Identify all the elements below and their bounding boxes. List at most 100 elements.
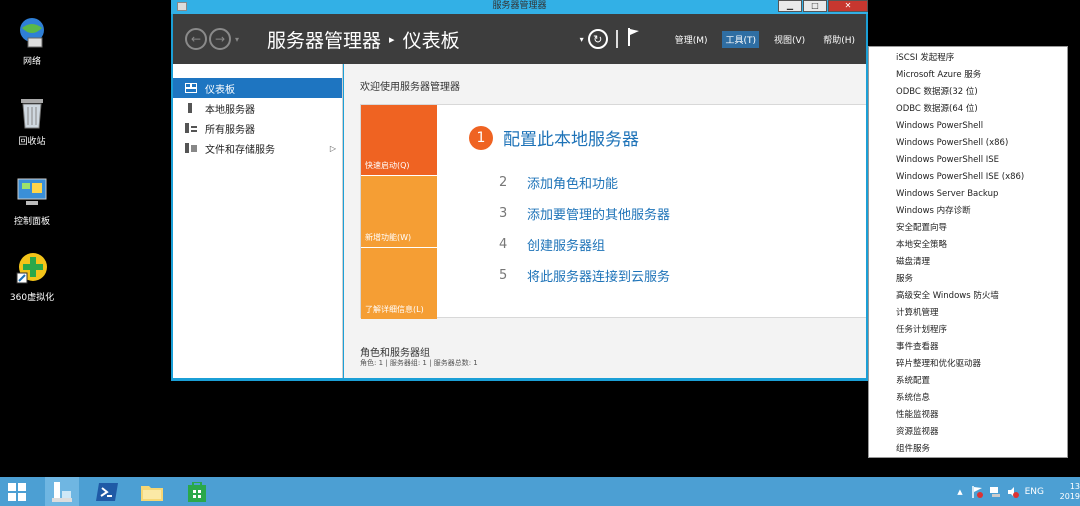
taskbar-file-explorer[interactable]	[135, 477, 169, 506]
show-hidden-icons-icon[interactable]: ▲	[957, 488, 962, 496]
breadcrumb-root[interactable]: 服务器管理器	[267, 26, 381, 53]
sidebar-item-label: 文件和存储服务	[205, 144, 275, 156]
tools-menu-item[interactable]: 系统配置	[869, 373, 1067, 390]
breadcrumb-page: 仪表板	[402, 29, 460, 52]
close-button[interactable]: ✕	[828, 0, 868, 12]
breadcrumb-separator-icon: ▸	[389, 32, 395, 46]
desktop-icon-control-panel[interactable]: 控制面板	[4, 174, 60, 227]
welcome-panel: 快速启动(Q) 新增功能(W) 了解详细信息(L) 1 配置此本地服务器 2 添…	[360, 104, 866, 319]
tile-whats-new[interactable]: 新增功能(W)	[361, 176, 437, 247]
tools-menu-item[interactable]: Windows PowerShell (x86)	[869, 135, 1067, 152]
sidebar-item-label: 所有服务器	[205, 124, 255, 136]
tools-menu-item[interactable]: 组件服务	[869, 441, 1067, 458]
tools-menu-item[interactable]: Windows PowerShell	[869, 118, 1067, 135]
tools-menu-item[interactable]: Windows PowerShell ISE	[869, 152, 1067, 169]
tools-menu-item[interactable]: 任务计划程序	[869, 322, 1067, 339]
step-configure-local-server[interactable]: 1 配置此本地服务器	[469, 125, 639, 150]
language-indicator[interactable]: ENG	[1025, 487, 1044, 497]
welcome-title: 欢迎使用服务器管理器	[360, 82, 460, 93]
windows-logo-icon	[8, 482, 26, 501]
tools-menu-item[interactable]: Windows Server Backup	[869, 186, 1067, 203]
breadcrumb: 服务器管理器 ▸ 仪表板	[267, 26, 460, 53]
expand-arrow-icon[interactable]: ▷	[330, 144, 336, 153]
tools-menu-item[interactable]: 碎片整理和优化驱动器	[869, 356, 1067, 373]
step-link[interactable]: 配置此本地服务器	[503, 125, 639, 150]
tile-label: 新增功能(W)	[365, 233, 412, 242]
step-link[interactable]: 创建服务器组	[527, 235, 605, 254]
taskbar-powershell[interactable]	[90, 477, 124, 506]
back-button[interactable]: ←	[185, 28, 207, 50]
volume-icon[interactable]	[1007, 486, 1019, 498]
tile-quick-start[interactable]: 快速启动(Q)	[361, 105, 437, 175]
taskbar-store[interactable]	[180, 477, 214, 506]
tools-menu-item[interactable]: 资源监视器	[869, 424, 1067, 441]
sidebar-item-local-server[interactable]: 本地服务器	[173, 98, 342, 118]
dashboard-main: 欢迎使用服务器管理器 快速启动(Q) 新增功能(W) 了解详细信息(L) 1 配…	[344, 64, 866, 378]
sidebar: 仪表板 本地服务器 所有服务器 文件和存储服务 ▷	[173, 64, 343, 378]
taskbar-server-manager[interactable]	[45, 477, 79, 506]
history-dropdown-icon[interactable]: ▾	[235, 35, 239, 44]
sidebar-item-dashboard[interactable]: 仪表板	[173, 78, 342, 98]
app-icon	[177, 2, 187, 11]
tools-menu-item[interactable]: ODBC 数据源(32 位)	[869, 84, 1067, 101]
refresh-dropdown-icon[interactable]: ▾	[580, 35, 584, 44]
tools-menu-item[interactable]: Microsoft Azure 服务	[869, 67, 1067, 84]
tools-menu-item[interactable]: 事件查看器	[869, 339, 1067, 356]
powershell-icon	[96, 482, 118, 501]
step-number: 2	[499, 175, 508, 190]
window-title: 服务器管理器	[492, 1, 547, 11]
step-add-servers[interactable]: 3 添加要管理的其他服务器	[499, 204, 670, 223]
network-tray-icon[interactable]	[989, 486, 1001, 498]
desktop-icon-label: 网络	[22, 57, 41, 67]
menu-view[interactable]: 视图(V)	[771, 31, 808, 48]
tile-learn-more[interactable]: 了解详细信息(L)	[361, 248, 437, 319]
control-panel-icon	[14, 174, 50, 210]
step-link[interactable]: 添加角色和功能	[527, 173, 618, 192]
window-title-bar[interactable]: 服务器管理器 ▁ □ ✕	[171, 0, 868, 14]
tools-menu-item[interactable]: iSCSI 发起程序	[869, 50, 1067, 67]
desktop-icon-recycle-bin[interactable]: 回收站	[4, 94, 60, 147]
minimize-button[interactable]: ▁	[778, 0, 802, 12]
menu-manage[interactable]: 管理(M)	[672, 31, 711, 48]
tools-menu-item[interactable]: Windows 内存诊断	[869, 203, 1067, 220]
step-link[interactable]: 添加要管理的其他服务器	[527, 204, 670, 223]
step-create-server-group[interactable]: 4 创建服务器组	[499, 235, 605, 254]
forward-button[interactable]: →	[209, 28, 231, 50]
tools-menu-item[interactable]: 性能监视器	[869, 407, 1067, 424]
tools-menu-item[interactable]: 磁盘清理	[869, 254, 1067, 271]
ribbon-header: ← → ▾ 服务器管理器 ▸ 仪表板 ▾ ↻ 管理(M) 工具(T) 视图(V)…	[173, 14, 866, 64]
system-tray: ▲ ENG 13 2019	[957, 477, 1080, 506]
step-add-roles[interactable]: 2 添加角色和功能	[499, 173, 618, 192]
tools-menu-item[interactable]: 系统信息	[869, 390, 1067, 407]
tools-menu-item[interactable]: ODBC 数据源(64 位)	[869, 101, 1067, 118]
desktop-icon-360[interactable]: 360虚拟化	[4, 250, 60, 303]
refresh-icon[interactable]: ↻	[587, 29, 608, 49]
step-connect-cloud[interactable]: 5 将此服务器连接到云服务	[499, 266, 670, 285]
roles-summary: 角色: 1 | 服务器组: 1 | 服务器总数: 1	[360, 359, 478, 367]
folder-icon	[141, 485, 163, 501]
server-manager-icon	[52, 481, 72, 502]
sidebar-item-all-servers[interactable]: 所有服务器	[173, 118, 342, 138]
sidebar-item-file-storage[interactable]: 文件和存储服务 ▷	[173, 138, 342, 158]
desktop-icon-network[interactable]: 网络	[4, 14, 60, 67]
tools-menu-item[interactable]: Windows PowerShell ISE (x86)	[869, 169, 1067, 186]
clock[interactable]: 13 2019	[1054, 482, 1080, 502]
start-button[interactable]	[0, 477, 34, 506]
menu-help[interactable]: 帮助(H)	[820, 31, 858, 48]
notifications-flag-icon[interactable]	[627, 28, 640, 50]
tools-menu-item[interactable]: 高级安全 Windows 防火墙	[869, 288, 1067, 305]
sidebar-item-label: 本地服务器	[205, 104, 255, 116]
tools-menu-item[interactable]: 安全配置向导	[869, 220, 1067, 237]
menu-tools[interactable]: 工具(T)	[722, 30, 760, 48]
store-icon	[188, 481, 206, 502]
tile-label: 了解详细信息(L)	[365, 305, 424, 314]
tools-menu-item[interactable]: 服务	[869, 271, 1067, 288]
maximize-button[interactable]: □	[803, 0, 827, 12]
servers-icon	[185, 123, 197, 133]
action-center-flag-icon[interactable]	[971, 485, 983, 498]
tools-menu-item[interactable]: 本地安全策略	[869, 237, 1067, 254]
divider	[615, 30, 618, 48]
step-number: 5	[499, 268, 508, 283]
step-link[interactable]: 将此服务器连接到云服务	[527, 266, 670, 285]
tools-menu-item[interactable]: 计算机管理	[869, 305, 1067, 322]
